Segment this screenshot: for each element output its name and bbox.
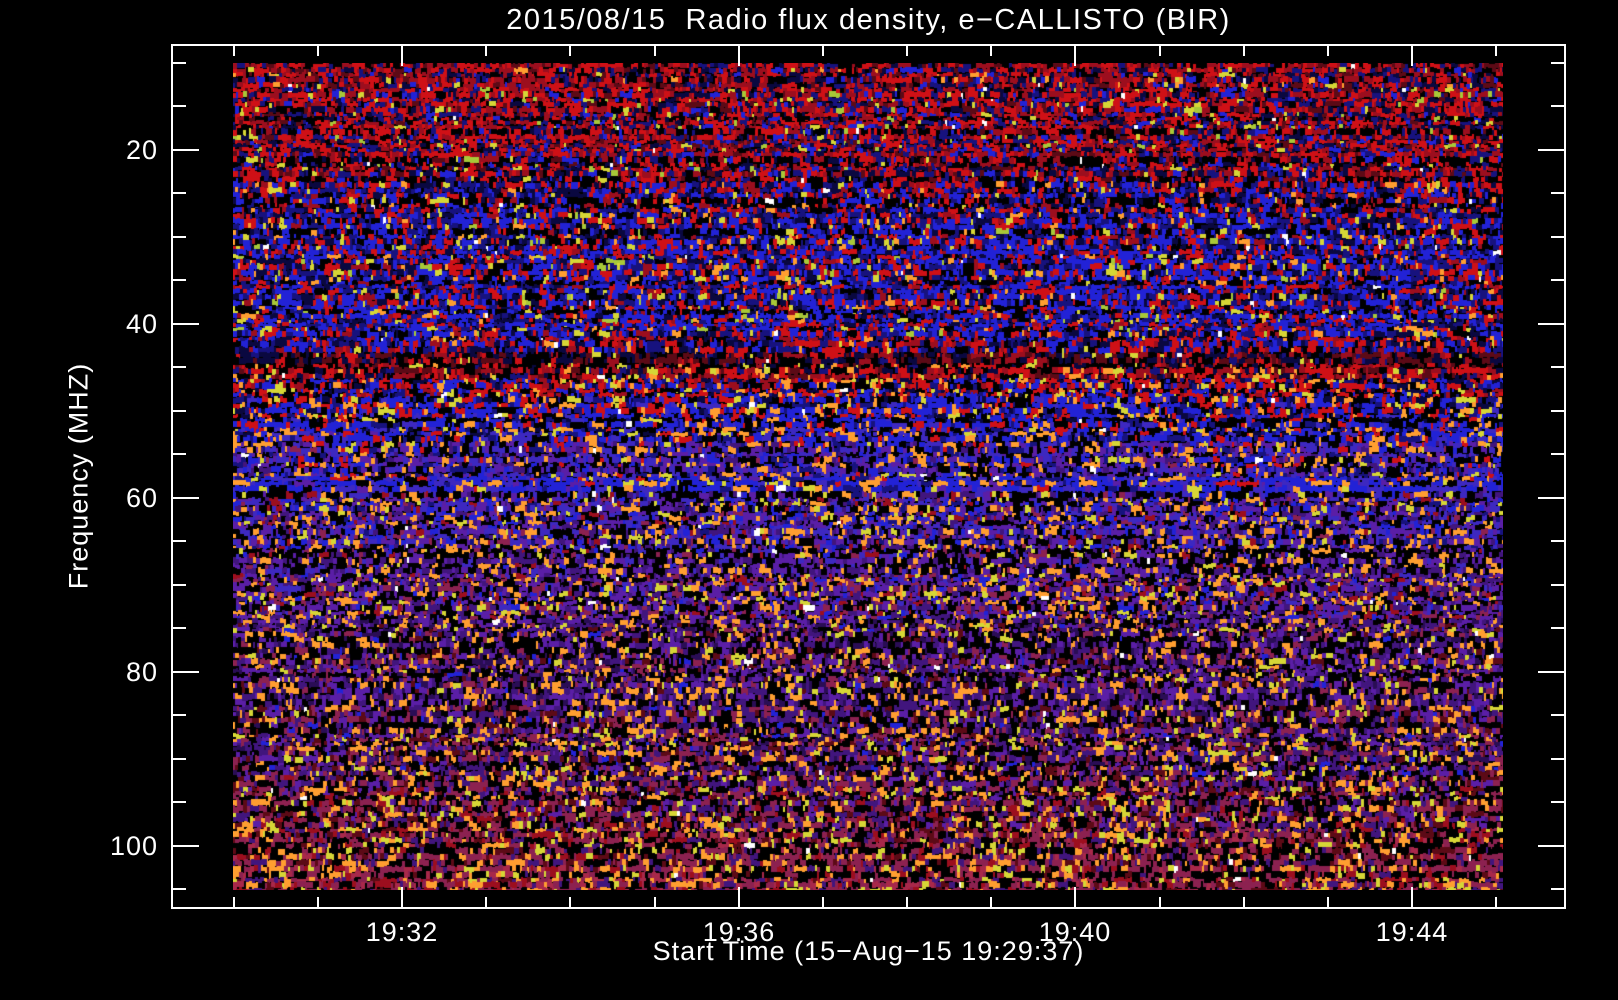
- x-axis-minor-tick-top: [654, 46, 656, 56]
- x-axis-minor-tick-top: [906, 46, 908, 56]
- x-axis-major-tick: [401, 887, 403, 907]
- x-axis-major-tick: [1411, 887, 1413, 907]
- x-axis-minor-tick-top: [1159, 46, 1161, 56]
- y-axis-minor-tick: [173, 192, 186, 194]
- y-tick-label: 80: [125, 657, 158, 687]
- y-axis-minor-tick: [173, 801, 186, 803]
- y-axis-minor-tick-right: [1551, 279, 1564, 281]
- x-axis-minor-tick: [1159, 897, 1161, 907]
- x-axis-minor-tick: [906, 897, 908, 907]
- y-axis-minor-tick-right: [1551, 366, 1564, 368]
- y-axis-major-tick-right: [1538, 149, 1564, 151]
- x-axis-minor-tick-top: [569, 46, 571, 56]
- y-axis-major-tick: [173, 149, 199, 151]
- x-axis-title: Start Time (15−Aug−15 19:29:37): [652, 936, 1085, 966]
- x-axis-minor-tick: [654, 897, 656, 907]
- y-axis-minor-tick-right: [1551, 62, 1564, 64]
- x-axis-minor-tick-top: [990, 46, 992, 56]
- x-axis-minor-tick-top: [1243, 46, 1245, 56]
- y-axis-major-tick-right: [1538, 845, 1564, 847]
- x-axis-minor-tick: [1495, 897, 1497, 907]
- y-axis-minor-tick: [173, 366, 186, 368]
- y-tick-label: 20: [125, 135, 158, 165]
- spectrogram-heatmap: [233, 63, 1503, 890]
- y-axis-major-tick-right: [1538, 671, 1564, 673]
- x-axis-minor-tick: [822, 897, 824, 907]
- y-axis-minor-tick: [173, 410, 186, 412]
- y-axis-minor-tick-right: [1551, 236, 1564, 238]
- x-axis-minor-tick-top: [233, 46, 235, 56]
- y-axis-minor-tick: [173, 236, 186, 238]
- y-axis-minor-tick-right: [1551, 105, 1564, 107]
- x-axis-minor-tick-top: [822, 46, 824, 56]
- y-axis-major-tick-right: [1538, 497, 1564, 499]
- y-axis-minor-tick: [173, 105, 186, 107]
- y-axis-minor-tick: [173, 62, 186, 64]
- y-axis-minor-tick-right: [1551, 410, 1564, 412]
- y-axis-minor-tick: [173, 279, 186, 281]
- spectrogram-page: 2015/08/15 Radio flux density, e−CALLIST…: [0, 0, 1618, 1000]
- x-axis-minor-tick: [1243, 897, 1245, 907]
- x-axis-major-tick-top: [1411, 46, 1413, 66]
- y-axis-minor-tick-right: [1551, 192, 1564, 194]
- y-axis-minor-tick-right: [1551, 453, 1564, 455]
- x-axis-minor-tick-top: [1495, 46, 1497, 56]
- y-axis-minor-tick: [173, 584, 186, 586]
- y-axis-minor-tick: [173, 714, 186, 716]
- y-axis-minor-tick-right: [1551, 627, 1564, 629]
- y-axis-minor-tick-right: [1551, 714, 1564, 716]
- y-axis-major-tick: [173, 671, 199, 673]
- x-axis-minor-tick: [233, 897, 235, 907]
- y-axis-minor-tick: [173, 758, 186, 760]
- y-axis-minor-tick-right: [1551, 584, 1564, 586]
- y-axis-minor-tick: [173, 627, 186, 629]
- y-axis-minor-tick: [173, 453, 186, 455]
- y-axis-title: Frequency (MHZ): [63, 362, 94, 590]
- x-axis-minor-tick: [569, 897, 571, 907]
- x-axis-minor-tick-top: [1327, 46, 1329, 56]
- y-tick-label: 100: [109, 831, 158, 861]
- x-axis-major-tick-top: [1074, 46, 1076, 66]
- y-axis-major-tick-right: [1538, 323, 1564, 325]
- y-axis-minor-tick: [173, 888, 186, 890]
- y-axis-minor-tick: [173, 540, 186, 542]
- y-axis-minor-tick-right: [1551, 801, 1564, 803]
- x-axis-major-tick: [738, 887, 740, 907]
- y-axis-major-tick: [173, 497, 199, 499]
- y-axis-minor-tick-right: [1551, 540, 1564, 542]
- plot-title: 2015/08/15 Radio flux density, e−CALLIST…: [506, 4, 1231, 36]
- x-axis-major-tick-top: [401, 46, 403, 66]
- x-axis-minor-tick: [317, 897, 319, 907]
- y-axis-major-tick: [173, 323, 199, 325]
- y-tick-label: 40: [125, 309, 158, 339]
- x-axis-minor-tick: [485, 897, 487, 907]
- x-axis-minor-tick-top: [485, 46, 487, 56]
- x-axis-minor-tick: [990, 897, 992, 907]
- y-axis-major-tick: [173, 845, 199, 847]
- x-axis-minor-tick: [1327, 897, 1329, 907]
- x-axis-major-tick: [1074, 887, 1076, 907]
- x-axis-minor-tick-top: [317, 46, 319, 56]
- y-axis-minor-tick-right: [1551, 888, 1564, 890]
- y-axis-minor-tick-right: [1551, 758, 1564, 760]
- x-axis-major-tick-top: [738, 46, 740, 66]
